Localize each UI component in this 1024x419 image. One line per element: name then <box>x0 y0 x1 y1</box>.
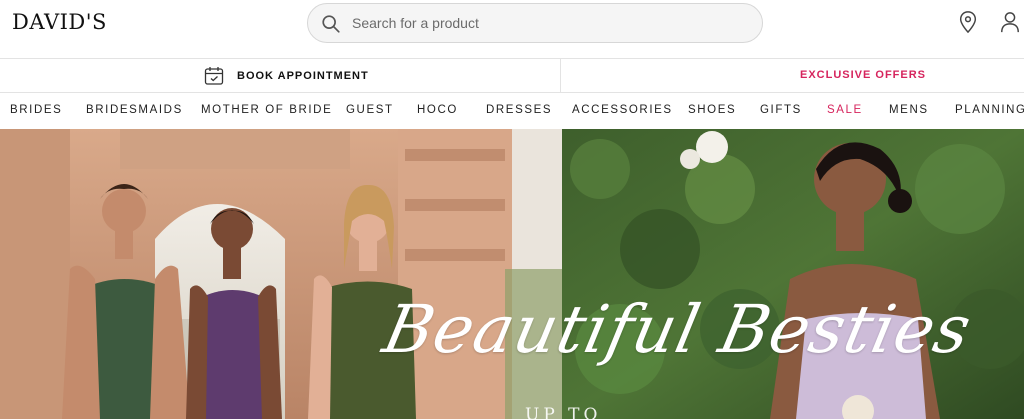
nav-item-gifts[interactable]: GIFTS <box>760 104 802 116</box>
exclusive-offers-link[interactable]: EXCLUSIVE OFFERS <box>800 69 926 81</box>
nav-item-bridesmaids[interactable]: BRIDESMAIDS <box>86 104 183 116</box>
book-appointment-label: BOOK APPOINTMENT <box>237 70 369 82</box>
account-icon[interactable] <box>999 10 1021 34</box>
site-header: DAVID'S <box>0 0 1024 58</box>
book-appointment-button[interactable]: BOOK APPOINTMENT <box>204 65 369 87</box>
search-input[interactable] <box>352 4 752 42</box>
search-bar[interactable] <box>307 3 763 43</box>
search-icon[interactable] <box>320 13 342 35</box>
nav-item-dresses[interactable]: DRESSES <box>486 104 552 116</box>
nav-item-shoes[interactable]: SHOES <box>688 104 736 116</box>
nav-item-mens[interactable]: MENS <box>889 104 929 116</box>
nav-item-accessories[interactable]: ACCESSORIES <box>572 104 673 116</box>
utility-bar: BOOK APPOINTMENT EXCLUSIVE OFFERS <box>0 58 1024 93</box>
main-nav: BRIDES BRIDESMAIDS MOTHER OF BRIDE GUEST… <box>0 93 1024 129</box>
hero-subtext: UP TO <box>525 405 602 419</box>
hero-image <box>0 129 1024 419</box>
utility-left: BOOK APPOINTMENT <box>0 59 561 92</box>
nav-item-brides[interactable]: BRIDES <box>10 104 62 116</box>
location-pin-icon[interactable] <box>957 10 979 34</box>
hero-headline: Beautiful Besties <box>376 291 979 368</box>
nav-item-sale[interactable]: SALE <box>827 104 863 116</box>
nav-item-hoco[interactable]: HOCO <box>417 104 458 116</box>
calendar-icon <box>204 67 224 85</box>
nav-item-mother-of-bride[interactable]: MOTHER OF BRIDE <box>201 104 332 116</box>
nav-item-guest[interactable]: GUEST <box>346 104 394 116</box>
brand-logo[interactable]: DAVID'S <box>12 10 107 34</box>
hero-banner[interactable]: Beautiful Besties UP TO <box>0 129 1024 419</box>
nav-item-planning[interactable]: PLANNING <box>955 104 1024 116</box>
